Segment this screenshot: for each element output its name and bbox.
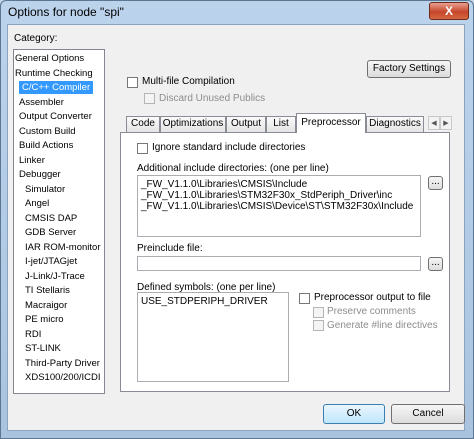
- category-list[interactable]: General Options Runtime Checking C/C++ Com…: [13, 49, 105, 394]
- ignore-std-include-label: Ignore standard include directories: [152, 142, 306, 153]
- category-item[interactable]: GDB Server: [25, 226, 76, 239]
- generate-line-checkbox[interactable]: [313, 320, 324, 331]
- category-item[interactable]: I-jet/JTAGjet: [25, 255, 77, 268]
- generate-line-label: Generate #line directives: [327, 320, 438, 331]
- defined-symbol-line: USE_STDPERIPH_DRIVER: [141, 296, 268, 307]
- category-item[interactable]: PE micro: [25, 313, 64, 326]
- tab-optimizations[interactable]: Optimizations: [160, 116, 226, 132]
- category-item[interactable]: CMSIS DAP: [25, 212, 77, 225]
- category-item[interactable]: ST-LINK: [25, 342, 61, 355]
- defined-symbols-textbox[interactable]: USE_STDPERIPH_DRIVER: [137, 292, 289, 382]
- tab-scroll-right-icon[interactable]: ▶: [440, 116, 452, 130]
- include-dirs-label: Additional include directories: (one per…: [137, 163, 329, 174]
- category-item[interactable]: Third-Party Driver: [25, 357, 100, 370]
- tab-diagnostics[interactable]: Diagnostics: [366, 116, 424, 132]
- preinclude-input[interactable]: [137, 256, 421, 271]
- close-button[interactable]: X: [429, 2, 469, 20]
- category-item[interactable]: General Options: [15, 52, 84, 65]
- category-label: Category:: [14, 33, 58, 44]
- title-bar[interactable]: Options for node "spi" X: [1, 1, 473, 25]
- pp-output-label: Preprocessor output to file: [314, 292, 431, 303]
- pp-output-checkbox[interactable]: [299, 293, 310, 304]
- include-dir-line: _FW_V1.1.0\Libraries\CMSIS\Device\ST\STM…: [141, 201, 414, 212]
- category-item[interactable]: TI Stellaris: [25, 284, 70, 297]
- category-item[interactable]: Output Converter: [19, 110, 92, 123]
- factory-settings-button[interactable]: Factory Settings: [367, 60, 451, 78]
- category-item[interactable]: Simulator: [25, 183, 65, 196]
- discard-unused-checkbox[interactable]: [144, 93, 155, 104]
- category-item[interactable]: Build Actions: [19, 139, 73, 152]
- category-item[interactable]: XDS100/200/ICDI: [25, 371, 101, 384]
- tab-scroll-left-icon[interactable]: ◀: [428, 116, 440, 130]
- category-item[interactable]: IAR ROM-monitor: [25, 241, 100, 254]
- preserve-comments-checkbox[interactable]: [313, 307, 324, 318]
- category-item[interactable]: Assembler: [19, 96, 64, 109]
- category-item[interactable]: C/C++ Compiler: [19, 81, 94, 94]
- category-item[interactable]: Custom Build: [19, 125, 76, 138]
- multifile-checkbox[interactable]: [127, 77, 138, 88]
- include-dirs-browse-button[interactable]: ...: [428, 176, 443, 190]
- category-item[interactable]: Angel: [25, 197, 49, 210]
- category-item[interactable]: Debugger: [19, 168, 61, 181]
- ignore-std-include-checkbox[interactable]: [137, 143, 148, 154]
- preinclude-label: Preinclude file:: [137, 243, 203, 254]
- tab-output[interactable]: Output: [226, 116, 266, 132]
- category-item[interactable]: J-Link/J-Trace: [25, 270, 85, 283]
- category-item[interactable]: Macraigor: [25, 299, 67, 312]
- multifile-label: Multi-file Compilation: [142, 76, 235, 87]
- tab-list[interactable]: List: [266, 116, 296, 132]
- tab-preprocessor[interactable]: Preprocessor: [296, 113, 366, 133]
- category-item[interactable]: Linker: [19, 154, 45, 167]
- include-dir-line: _FW_V1.1.0\Libraries\STM32F30x_StdPeriph…: [141, 190, 393, 201]
- preserve-comments-label: Preserve comments: [327, 306, 416, 317]
- ok-button[interactable]: OK: [323, 404, 385, 424]
- tab-code[interactable]: Code: [126, 116, 160, 132]
- cancel-button[interactable]: Cancel: [391, 404, 465, 424]
- discard-unused-label: Discard Unused Publics: [159, 93, 266, 104]
- preinclude-browse-button[interactable]: ...: [428, 257, 443, 271]
- category-item[interactable]: Runtime Checking: [15, 67, 93, 80]
- category-item[interactable]: RDI: [25, 328, 41, 341]
- window-title: Options for node "spi": [8, 5, 124, 19]
- include-dirs-textbox[interactable]: _FW_V1.1.0\Libraries\CMSIS\Include _FW_V…: [137, 175, 421, 237]
- include-dir-line: _FW_V1.1.0\Libraries\CMSIS\Include: [141, 179, 308, 190]
